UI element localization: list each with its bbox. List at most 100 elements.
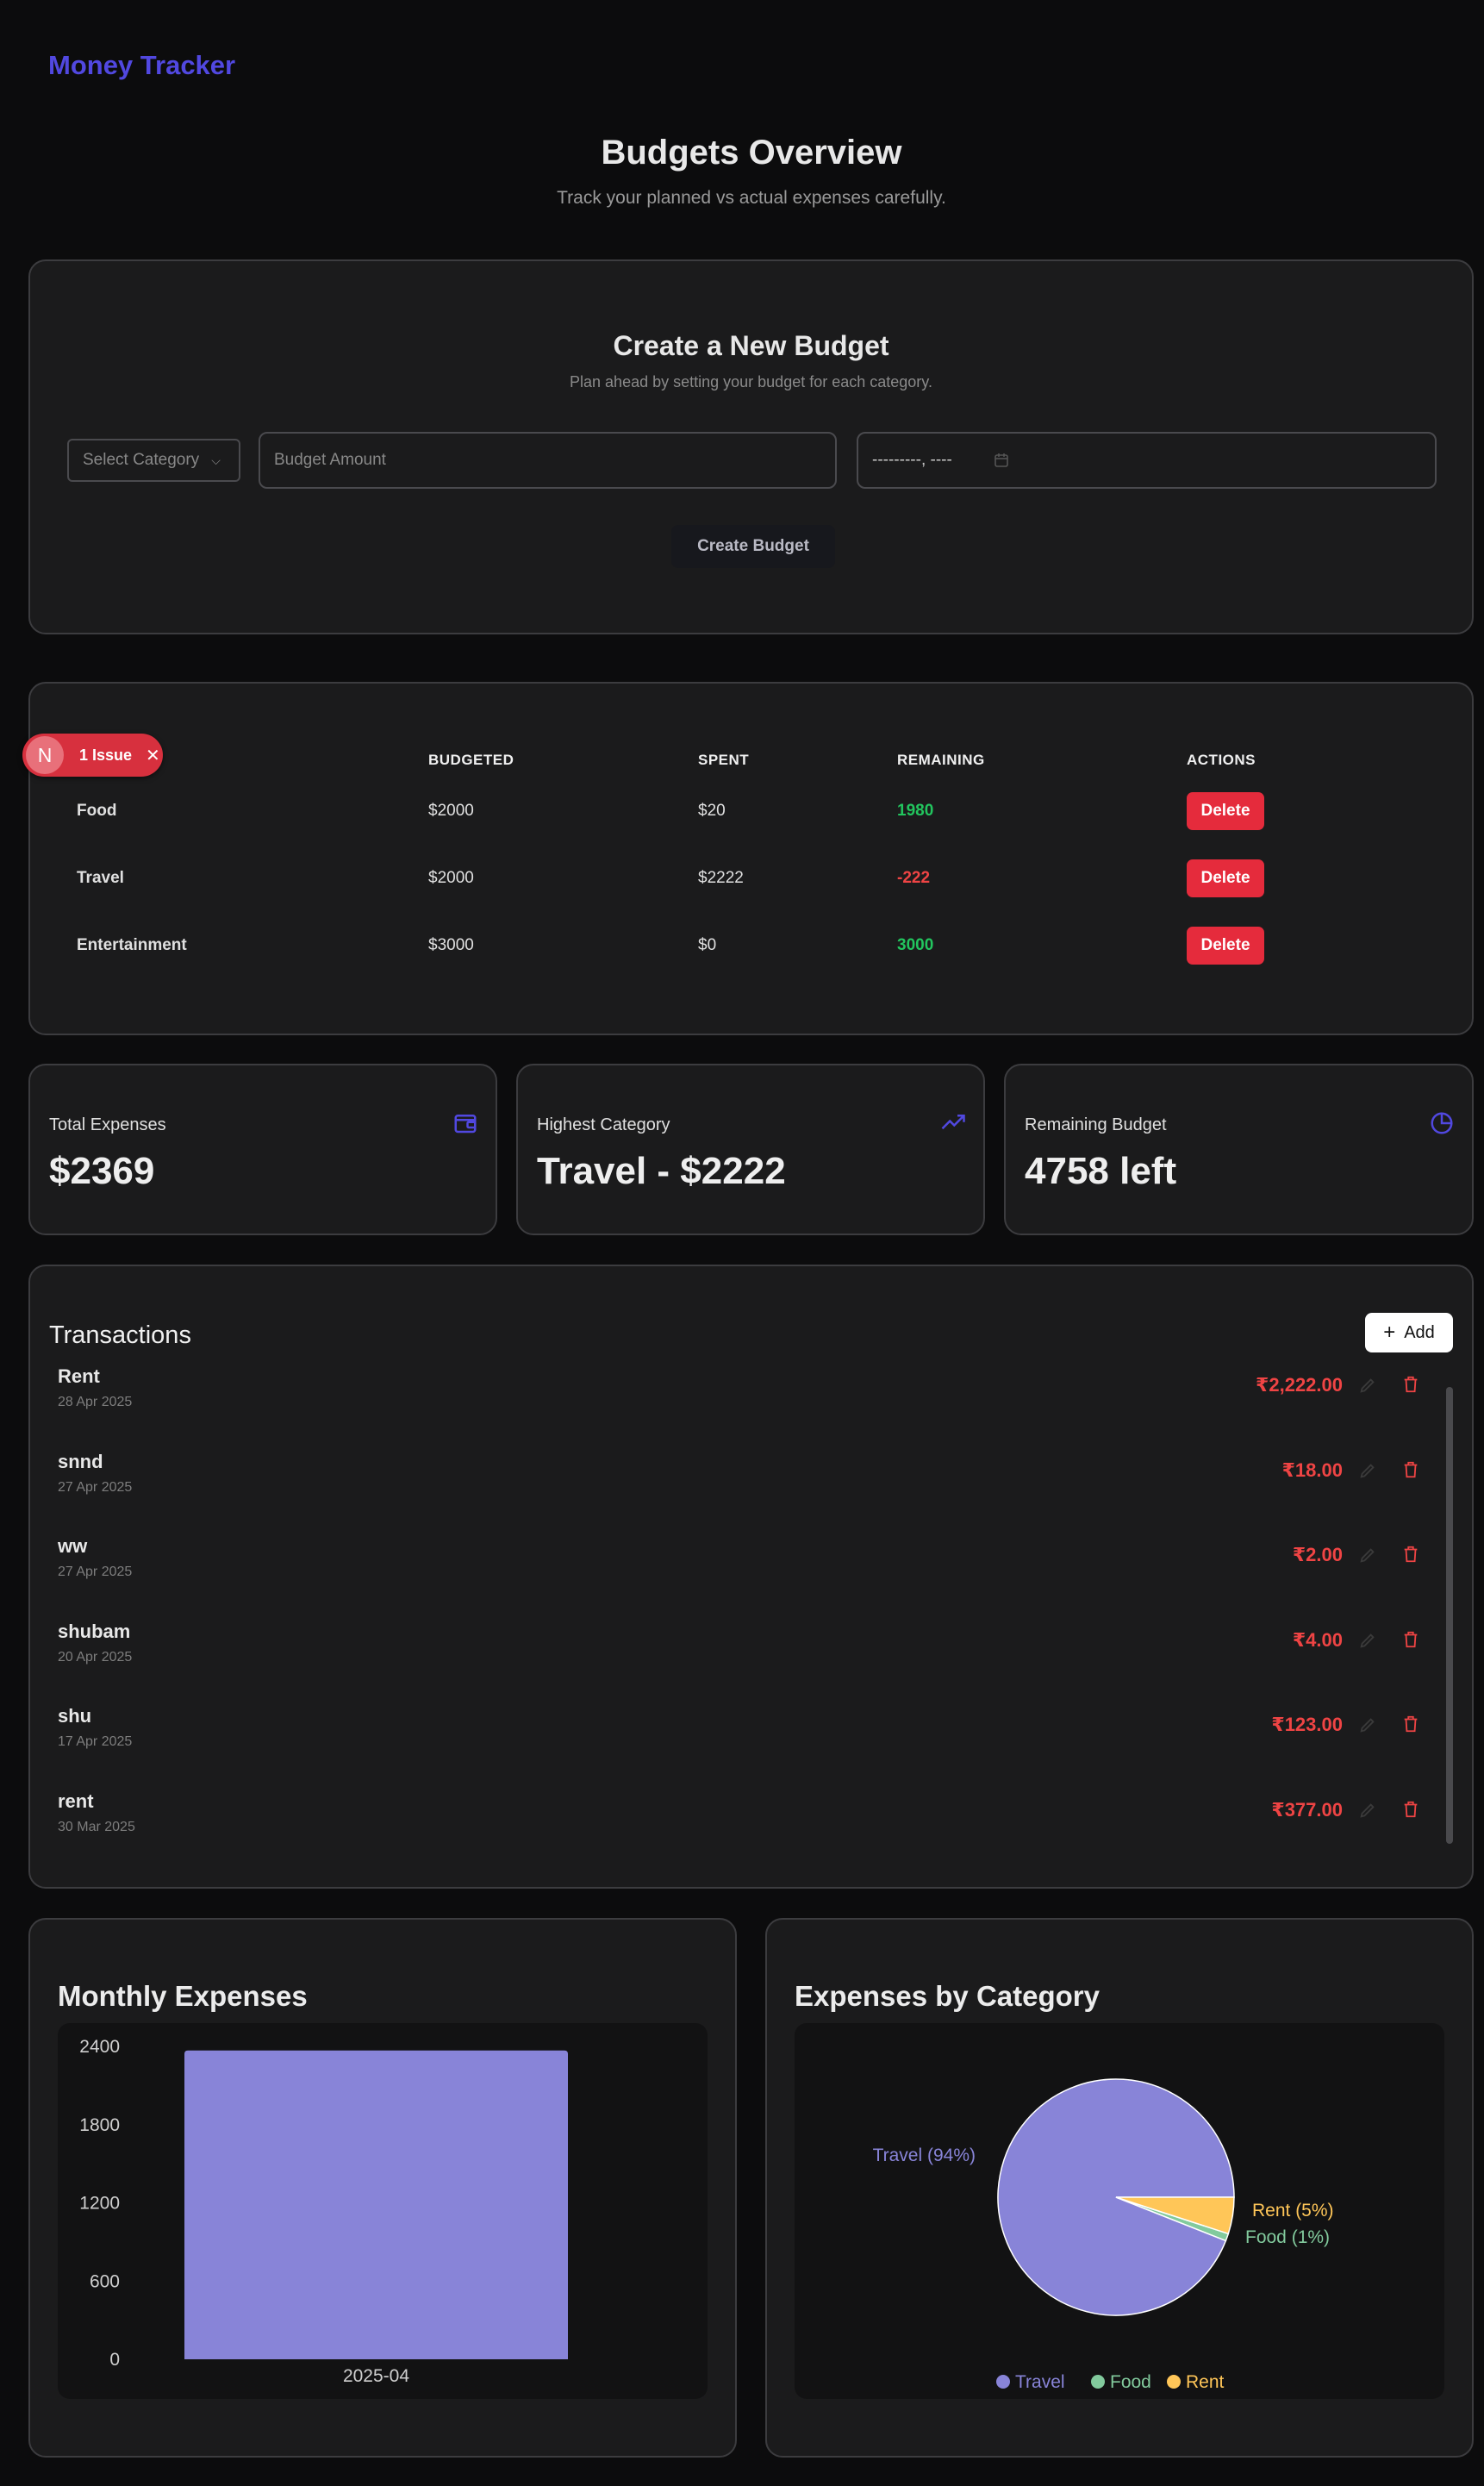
- category-select-value: Select Category: [83, 451, 200, 469]
- create-budget-subtitle: Plan ahead by setting your budget for ea…: [570, 373, 932, 390]
- transactions-scrollbar[interactable]: [1446, 1387, 1453, 1844]
- row-remaining: -222: [897, 869, 931, 887]
- create-budget-card: Create a New Budget Plan ahead by settin…: [28, 259, 1474, 634]
- transaction-name: ww: [58, 1535, 88, 1557]
- monthly-expenses-card: Monthly Expenses 0 600 1200 1800 2400 2025-04: [28, 1918, 737, 2458]
- legend-label: Food: [1110, 2372, 1151, 2392]
- pencil-icon[interactable]: [1358, 1715, 1377, 1734]
- page-title: Budgets Overview: [601, 134, 902, 172]
- legend-item-rent[interactable]: Rent: [1167, 2372, 1225, 2392]
- header-spent: SPENT: [698, 752, 750, 768]
- transaction-date: 27 Apr 2025: [58, 1479, 133, 1495]
- delete-button[interactable]: Delete: [1187, 792, 1264, 830]
- transaction-date: 20 Apr 2025: [58, 1649, 133, 1665]
- delete-button[interactable]: Delete: [1187, 859, 1264, 897]
- transaction-date: 17 Apr 2025: [58, 1734, 133, 1749]
- category-select[interactable]: Select Category ⌵: [67, 439, 240, 482]
- issue-avatar: N: [26, 736, 64, 774]
- stat-label: Highest Category: [537, 1115, 670, 1134]
- create-budget-title: Create a New Budget: [613, 330, 889, 361]
- transaction-amount: ₹123.00: [1271, 1714, 1343, 1735]
- transaction-date: 30 Mar 2025: [58, 1819, 135, 1834]
- chart-title: Monthly Expenses: [58, 1980, 308, 2012]
- row-category: Food: [77, 802, 117, 820]
- bar[interactable]: [184, 2050, 568, 2359]
- row-spent: $20: [698, 802, 726, 820]
- budget-table-card: BUDGETED SPENT REMAINING ACTIONS Food $2…: [28, 682, 1474, 1035]
- transaction-date: 28 Apr 2025: [58, 1395, 133, 1409]
- legend-item-travel[interactable]: Travel: [996, 2372, 1065, 2392]
- transaction-amount: ₹377.00: [1271, 1798, 1343, 1821]
- row-category: Travel: [77, 869, 124, 887]
- header-remaining: REMAINING: [897, 752, 985, 768]
- y-tick-label: 1200: [79, 2194, 120, 2214]
- stat-card-total-expenses: Total Expenses $2369: [28, 1064, 497, 1235]
- row-remaining: 1980: [897, 802, 934, 820]
- row-budgeted: $2000: [428, 869, 474, 887]
- row-category: Entertainment: [77, 936, 187, 954]
- create-budget-button[interactable]: Create Budget: [671, 525, 835, 568]
- transaction-name: shubam: [58, 1620, 131, 1642]
- delete-button[interactable]: Delete: [1187, 927, 1264, 965]
- transaction-amount: ₹4.00: [1292, 1628, 1343, 1651]
- add-transaction-button[interactable]: + Add: [1365, 1313, 1453, 1352]
- trash-icon[interactable]: [1401, 1799, 1420, 1820]
- row-remaining: 3000: [897, 936, 934, 954]
- expenses-by-category-card: Expenses by Category Travel (94%) Food (1…: [765, 1918, 1474, 2458]
- budget-amount-input[interactable]: [259, 432, 837, 489]
- pie-label-travel: Travel (94%): [873, 2146, 976, 2165]
- transaction-name: rent: [58, 1790, 94, 1812]
- trash-icon[interactable]: [1401, 1544, 1420, 1565]
- pencil-icon[interactable]: [1358, 1801, 1377, 1820]
- transaction-name: Rent: [58, 1365, 100, 1387]
- pencil-icon[interactable]: [1358, 1546, 1377, 1565]
- stat-label: Total Expenses: [49, 1115, 166, 1134]
- pie-chart: Travel (94%) Food (1%) Rent (5%) Travel Food…: [873, 2078, 1334, 2392]
- transaction-row: snnd 27 Apr 2025 ₹18.00: [30, 1451, 1472, 1535]
- issue-badge[interactable]: N 1 Issue ✕: [22, 734, 163, 777]
- app-brand[interactable]: Money Tracker: [48, 50, 235, 81]
- transaction-amount: ₹18.00: [1281, 1458, 1343, 1481]
- legend-swatch: [1091, 2375, 1105, 2389]
- row-budgeted: $2000: [428, 802, 474, 820]
- legend-swatch: [996, 2375, 1010, 2389]
- trash-icon[interactable]: [1401, 1714, 1420, 1734]
- legend-label: Travel: [1015, 2372, 1065, 2392]
- date-input[interactable]: ---------, ----: [857, 432, 1437, 489]
- close-icon[interactable]: ✕: [146, 745, 160, 766]
- header-actions: ACTIONS: [1187, 752, 1256, 768]
- pie-chart-panel: Travel (94%) Food (1%) Rent (5%) Travel Food…: [795, 2023, 1444, 2399]
- transaction-name: shu: [58, 1705, 92, 1727]
- transaction-row: shubam 20 Apr 2025 ₹4.00: [30, 1621, 1472, 1705]
- stat-value: 4758 left: [1025, 1150, 1177, 1192]
- transaction-name: snnd: [58, 1450, 103, 1472]
- stat-label: Remaining Budget: [1025, 1115, 1167, 1134]
- trash-icon[interactable]: [1401, 1459, 1420, 1480]
- transaction-row: shu 17 Apr 2025 ₹123.00: [30, 1705, 1472, 1790]
- y-tick-label: 1800: [79, 2115, 120, 2135]
- transaction-amount: ₹2.00: [1292, 1544, 1343, 1565]
- header-budgeted: BUDGETED: [428, 752, 514, 768]
- pie-label-food: Food (1%): [1245, 2227, 1330, 2247]
- issue-label: 1 Issue: [79, 746, 133, 764]
- y-tick-label: 2400: [79, 2037, 120, 2057]
- chevron-down-icon: ⌵: [211, 453, 221, 467]
- calendar-icon[interactable]: [994, 453, 1009, 468]
- trash-icon[interactable]: [1401, 1629, 1420, 1650]
- pencil-icon[interactable]: [1358, 1376, 1377, 1395]
- pencil-icon[interactable]: [1358, 1631, 1377, 1650]
- legend-item-food[interactable]: Food: [1091, 2372, 1151, 2392]
- chart-title: Expenses by Category: [795, 1980, 1100, 2012]
- pencil-icon[interactable]: [1358, 1461, 1377, 1480]
- trash-icon[interactable]: [1401, 1374, 1420, 1395]
- stat-value: Travel - $2222: [537, 1150, 786, 1192]
- bar-chart-panel: 0 600 1200 1800 2400 2025-04: [58, 2023, 708, 2399]
- legend-swatch: [1167, 2375, 1181, 2389]
- transactions-title: Transactions: [49, 1321, 191, 1349]
- date-input-value: ---------, ----: [872, 451, 952, 469]
- stat-card-highest-category: Highest Category Travel - $2222: [516, 1064, 985, 1235]
- y-tick-label: 600: [90, 2271, 120, 2291]
- bar-chart: 0 600 1200 1800 2400 2025-04: [79, 2037, 568, 2386]
- legend-label: Rent: [1186, 2372, 1225, 2392]
- trending-up-icon: [941, 1115, 965, 1130]
